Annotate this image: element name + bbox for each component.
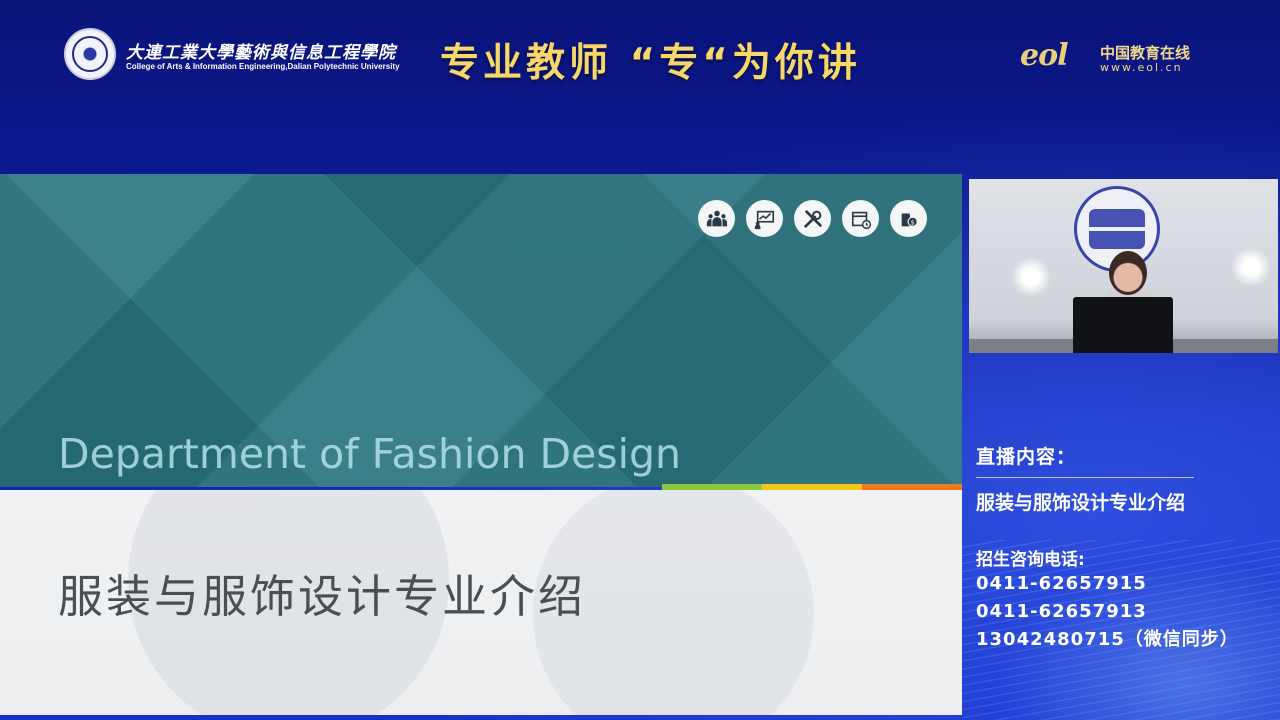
live-content-topic: 服装与服饰设计专业介绍 <box>976 492 1186 514</box>
money-icon: $ <box>890 200 927 237</box>
laptop <box>1073 297 1173 353</box>
consult-phone-label: 招生咨询电话: <box>976 550 1085 570</box>
live-info-panel: 直播内容： 服装与服饰设计专业介绍 招生咨询电话: 0411-62657915 … <box>976 442 1266 654</box>
ceiling-light <box>1231 247 1271 287</box>
main-title: 专业教师 “专“为你讲 <box>440 41 861 86</box>
header-banner: 大連工業大學藝術與信息工程學院 College of Arts & Inform… <box>0 0 1280 170</box>
presentation-slide: $ Department of Fashion Design 服装与服饰设计专业… <box>0 174 962 715</box>
slide-icon-row: $ <box>698 200 927 237</box>
live-content-label: 直播内容： <box>976 446 1077 468</box>
school-logo: 大連工業大學藝術與信息工程學院 College of Arts & Inform… <box>64 28 400 82</box>
school-name-en: College of Arts & Information Engineerin… <box>126 62 400 71</box>
eol-logo: eol 中国教育在线 www.eol.cn <box>1020 38 1220 78</box>
school-name-cn: 大連工業大學藝術與信息工程學院 <box>126 43 396 63</box>
phone-number: 0411-62657913 <box>976 601 1147 622</box>
presentation-chart-icon <box>746 200 783 237</box>
divider <box>976 477 1194 478</box>
presenter-head <box>1109 251 1147 295</box>
presenter-camera-feed <box>969 179 1278 353</box>
tools-icon <box>794 200 831 237</box>
eol-url: www.eol.cn <box>1100 61 1183 74</box>
eol-mark: eol <box>1020 38 1068 73</box>
department-title-cn: 服装与服饰设计专业介绍 <box>58 570 587 623</box>
slide-light-panel: 服装与服饰设计专业介绍 <box>0 490 962 715</box>
department-title-en: Department of Fashion Design <box>58 430 682 478</box>
slide-teal-panel: $ Department of Fashion Design <box>0 174 962 487</box>
school-seal-icon <box>64 28 116 80</box>
people-group-icon <box>698 200 735 237</box>
ceiling-light <box>1011 257 1051 297</box>
calendar-clock-icon <box>842 200 879 237</box>
phone-number: 13042480715（微信同步） <box>976 629 1239 650</box>
svg-text:$: $ <box>910 218 914 226</box>
phone-number: 0411-62657915 <box>976 573 1147 594</box>
eol-name: 中国教育在线 <box>1100 44 1191 62</box>
